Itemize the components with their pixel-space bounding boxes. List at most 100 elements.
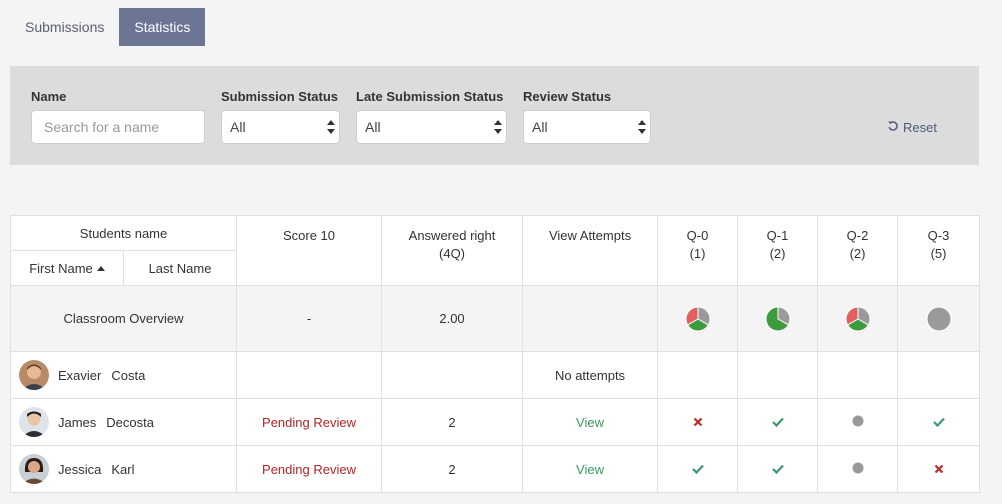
last-name-sort-header[interactable]: Last Name	[122, 250, 238, 286]
pie-slice-pending	[926, 306, 952, 331]
overview-attempts	[522, 285, 659, 352]
submission-status-filter: Submission Status All	[221, 90, 340, 144]
check-icon	[932, 415, 945, 430]
student-first-name: Exavier	[58, 367, 102, 383]
reset-label: Reset	[903, 120, 937, 135]
student-name-cell: Jessica Karl	[9, 445, 238, 493]
question-label: Q-1	[766, 228, 789, 243]
first-name-sort-header[interactable]: First Name	[10, 250, 124, 286]
question-result-cell	[737, 351, 819, 399]
question-points: (1)	[689, 246, 706, 261]
view-attempts-header: View Attempts	[522, 215, 659, 286]
student-score-status: Pending Review	[236, 398, 383, 446]
review-status-value: All	[532, 119, 548, 135]
student-answered: 2	[381, 445, 524, 493]
late-submission-status-label: Late Submission Status	[356, 89, 504, 104]
pie-chart-icon	[845, 305, 870, 331]
review-status-filter: Review Status All	[523, 90, 651, 144]
answered-right-header-title: Answered right	[408, 228, 496, 243]
cross-icon	[934, 462, 944, 477]
question-label: Q-0	[686, 228, 709, 243]
pie-chart-icon	[765, 305, 790, 331]
late-submission-status-value: All	[365, 119, 381, 135]
student-first-name: Jessica	[58, 461, 102, 477]
sort-ascending-icon	[96, 265, 105, 271]
filter-panel: Name Submission Status All Late Submissi…	[10, 66, 979, 165]
score-header: Score 10	[236, 215, 383, 286]
overview-pie-q3	[897, 285, 981, 352]
question-header-q1: Q-1 (2)	[737, 215, 819, 286]
avatar	[19, 454, 49, 484]
overview-pie-q0	[657, 285, 739, 352]
table-row: Exavier Costa No attempts	[9, 351, 981, 399]
question-label: Q-2	[846, 228, 869, 243]
question-result-cell	[737, 445, 819, 493]
statistics-table: Students name Score 10 Answered right (4…	[9, 215, 981, 493]
question-points: (2)	[769, 246, 786, 261]
student-attempts-status: No attempts	[522, 351, 659, 399]
reset-button[interactable]: Reset	[887, 120, 937, 135]
first-name-header-label: First Name	[29, 260, 93, 276]
select-arrows-icon	[494, 120, 502, 134]
question-result-cell	[657, 351, 739, 399]
classroom-overview-row: Classroom Overview - 2.00	[9, 285, 981, 352]
answered-right-header: Answered right (4Q)	[381, 215, 524, 286]
tab-bar: Submissions Statistics	[10, 8, 206, 46]
cross-icon	[693, 415, 703, 430]
table-row: James Decosta Pending Review 2 View	[9, 398, 981, 446]
select-arrows-icon	[638, 120, 646, 134]
question-header-q3: Q-3 (5)	[897, 215, 981, 286]
overview-pie-q1	[737, 285, 819, 352]
view-attempts-link[interactable]: View	[576, 462, 604, 477]
question-result-cell	[897, 445, 981, 493]
avatar	[19, 360, 49, 390]
question-result-cell	[817, 351, 899, 399]
undo-icon	[887, 120, 899, 135]
students-name-header: Students name	[9, 215, 238, 251]
student-score	[236, 351, 383, 399]
check-icon	[771, 462, 784, 477]
answered-right-header-count: (4Q)	[439, 246, 466, 261]
tab-statistics[interactable]: Statistics	[119, 8, 206, 46]
question-points: (2)	[849, 246, 866, 261]
pie-chart-icon	[926, 306, 952, 331]
view-attempts-cell: View	[522, 445, 659, 493]
classroom-overview-label: Classroom Overview	[9, 285, 238, 352]
review-status-select[interactable]: All	[523, 110, 651, 144]
select-arrows-icon	[327, 120, 335, 134]
submission-status-select[interactable]: All	[221, 110, 340, 144]
submission-status-label: Submission Status	[221, 89, 339, 104]
tab-submissions[interactable]: Submissions	[10, 8, 119, 46]
name-filter: Name	[31, 90, 205, 144]
student-last-name: Decosta	[106, 414, 154, 430]
pending-dot-icon	[852, 462, 864, 477]
student-name-cell: James Decosta	[9, 398, 238, 446]
question-points: (5)	[930, 246, 947, 261]
question-result-cell	[737, 398, 819, 446]
review-status-label: Review Status	[523, 89, 612, 104]
late-submission-status-select[interactable]: All	[356, 110, 507, 144]
pie-chart-icon	[685, 305, 710, 331]
late-submission-status-filter: Late Submission Status All	[356, 90, 507, 144]
name-filter-label: Name	[31, 89, 67, 104]
student-name-cell: Exavier Costa	[9, 351, 238, 399]
overview-pie-q2	[817, 285, 899, 352]
view-attempts-cell: View	[522, 398, 659, 446]
submission-status-value: All	[230, 119, 246, 135]
student-last-name: Karl	[111, 461, 135, 477]
student-first-name: James	[58, 414, 97, 430]
question-result-cell	[897, 398, 981, 446]
question-header-q0: Q-0 (1)	[657, 215, 739, 286]
question-result-cell	[897, 351, 981, 399]
check-icon	[771, 415, 784, 430]
question-result-cell	[657, 398, 739, 446]
view-attempts-link[interactable]: View	[576, 415, 604, 430]
question-header-q2: Q-2 (2)	[817, 215, 899, 286]
question-result-cell	[657, 445, 739, 493]
name-search-input[interactable]	[31, 110, 205, 144]
overview-score: -	[236, 285, 383, 352]
question-label: Q-3	[927, 228, 950, 243]
student-answered: 2	[381, 398, 524, 446]
question-result-cell	[817, 398, 899, 446]
overview-answered: 2.00	[381, 285, 524, 352]
